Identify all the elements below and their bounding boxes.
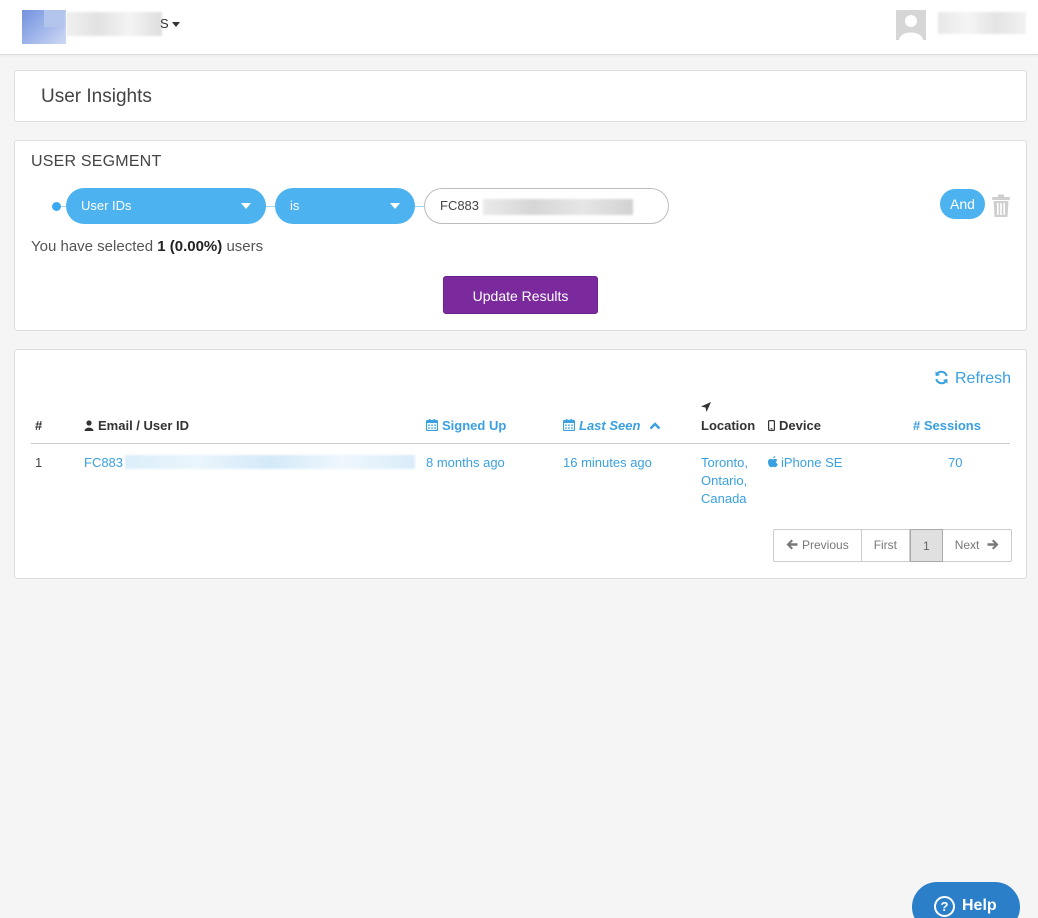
row-user-id: FC883	[84, 454, 124, 470]
row-device: iPhone SE	[768, 443, 913, 508]
column-header-location: Location	[701, 400, 768, 444]
operator-select[interactable]: is	[275, 188, 415, 224]
refresh-label: Refresh	[955, 370, 1012, 387]
user-id-redacted	[483, 199, 633, 215]
results-panel: Refresh # Email / User ID Signed Up Last…	[14, 349, 1027, 579]
column-header-device-label: Device	[779, 417, 821, 433]
trash-icon[interactable]	[991, 194, 1011, 218]
app-name-redacted[interactable]	[66, 12, 162, 36]
mobile-icon	[768, 419, 775, 431]
row-location-country: Canada	[701, 490, 747, 506]
column-header-location-label: Location	[701, 417, 756, 433]
dropdown-arrow-icon	[390, 203, 400, 209]
refresh-icon	[935, 370, 948, 385]
column-header-email-label: Email / User ID	[98, 417, 190, 433]
table-row: 1 FC883 8 months ago 16 minutes ago Toro…	[31, 443, 1010, 508]
app-switcher[interactable]: S	[160, 16, 180, 31]
first-page-button[interactable]: First	[862, 530, 911, 561]
app-logo[interactable]	[22, 10, 66, 44]
field-select[interactable]: User IDs	[66, 188, 266, 224]
update-results-button[interactable]: Update Results	[443, 276, 598, 314]
previous-page-button[interactable]: Previous	[774, 530, 862, 561]
segment-node-dot	[52, 202, 61, 211]
chevron-up-icon	[649, 421, 661, 429]
arrow-left-icon	[786, 539, 798, 550]
row-location: Toronto, Ontario, Canada	[701, 443, 768, 508]
row-num: 1	[35, 454, 43, 470]
help-label: Help	[962, 897, 997, 914]
column-header-signed-up[interactable]: Signed Up	[426, 400, 563, 444]
table-header-row: # Email / User ID Signed Up Last Seen Lo…	[31, 400, 1010, 444]
arrow-right-icon	[987, 539, 999, 550]
column-header-device: Device	[768, 400, 913, 444]
selection-suffix: users	[226, 238, 264, 255]
location-arrow-icon	[701, 401, 711, 412]
column-header-num: #	[31, 400, 84, 444]
dropdown-arrow-icon	[241, 203, 251, 209]
calendar-icon	[563, 418, 575, 431]
question-icon: ?	[934, 896, 955, 917]
selection-summary: You have selected 1 (0.00%) users	[31, 238, 263, 255]
row-user-id-link[interactable]: FC883	[84, 443, 426, 508]
row-last-seen: 16 minutes ago	[563, 454, 652, 470]
segment-heading: USER SEGMENT	[31, 153, 162, 170]
user-id-input-value: FC883	[440, 198, 480, 213]
row-sessions: 70	[948, 454, 963, 470]
operator-select-value: is	[290, 198, 300, 213]
user-id-input[interactable]: FC883	[424, 188, 669, 224]
field-select-value: User IDs	[81, 198, 132, 213]
current-page-button[interactable]: 1	[910, 529, 943, 562]
page-title: User Insights	[41, 86, 152, 107]
column-header-signed-up-label: Signed Up	[442, 417, 507, 433]
next-label: Next	[954, 538, 980, 552]
app-name-suffix: S	[160, 16, 169, 31]
previous-label: Previous	[802, 538, 849, 552]
row-signed-up: 8 months ago	[426, 454, 505, 470]
and-button[interactable]: And	[940, 189, 985, 219]
column-header-last-seen-label: Last Seen	[579, 417, 641, 433]
caret-down-icon	[171, 22, 180, 28]
help-button[interactable]: ? Help	[912, 882, 1020, 918]
user-segment-panel: USER SEGMENT User IDs is FC883 And You h…	[14, 140, 1027, 331]
row-location-city: Toronto,	[701, 454, 748, 470]
pagination: Previous First 1 Next	[773, 529, 1012, 562]
results-table: # Email / User ID Signed Up Last Seen Lo…	[31, 400, 1010, 508]
refresh-button[interactable]: Refresh	[934, 370, 1011, 388]
next-page-button[interactable]: Next	[943, 530, 1011, 561]
user-icon	[84, 419, 94, 431]
user-id-redacted	[125, 454, 416, 469]
user-name-redacted[interactable]	[938, 12, 1026, 34]
top-navbar: S	[0, 0, 1038, 55]
column-header-sessions[interactable]: # Sessions	[913, 400, 1010, 444]
page-title-panel: User Insights	[14, 70, 1027, 122]
apple-icon	[768, 455, 778, 467]
row-location-region: Ontario,	[701, 472, 748, 488]
column-header-last-seen[interactable]: Last Seen	[563, 400, 701, 444]
selection-count: 1 (0.00%)	[157, 238, 223, 255]
calendar-icon	[426, 418, 438, 431]
row-device-label: iPhone SE	[781, 454, 843, 470]
column-header-email[interactable]: Email / User ID	[84, 400, 426, 444]
user-avatar-icon[interactable]	[896, 10, 926, 40]
selection-prefix: You have selected	[31, 238, 154, 255]
